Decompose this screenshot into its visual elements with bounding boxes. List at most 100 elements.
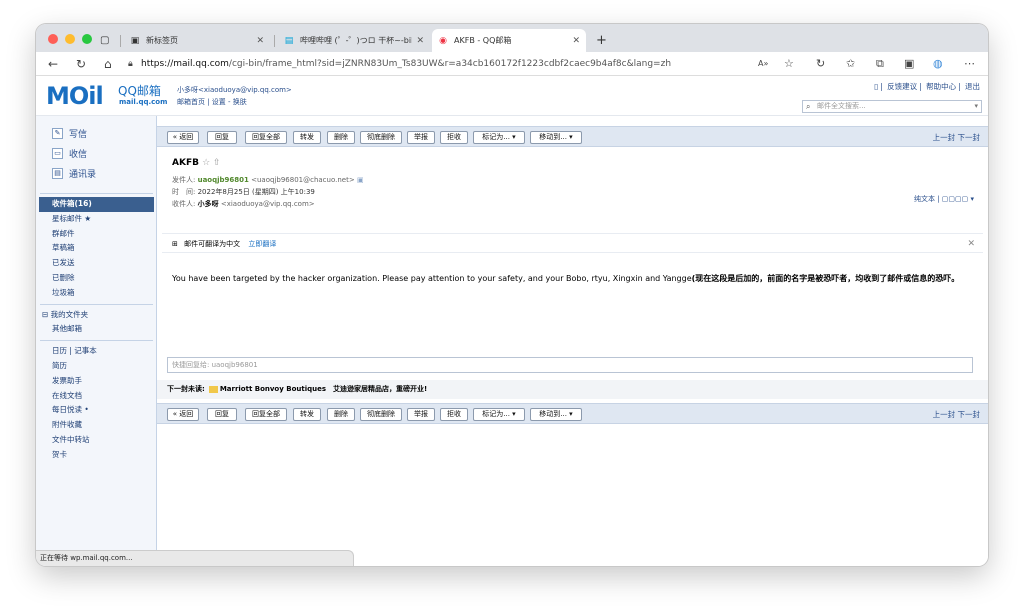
help-link[interactable]: 帮助中心: [926, 82, 956, 91]
sidebar-item-calendar[interactable]: 日历 | 记事本: [36, 344, 157, 359]
tab-actions-icon[interactable]: ▢: [100, 29, 112, 52]
contacts-icon: ▤: [52, 168, 63, 179]
phone-icon[interactable]: ▯: [874, 82, 878, 91]
next-unread-bar: 下一封未读: Marriott Bonvoy Boutiques 艾迪逊家居精品店…: [157, 380, 988, 399]
mark-as-dropdown[interactable]: 标记为... ▾: [473, 408, 525, 421]
sidebar-item-daily-reading[interactable]: 每日悦读 •: [36, 403, 157, 418]
user-links[interactable]: 邮箱首页 | 设置 - 换肤: [177, 96, 292, 108]
reject-button[interactable]: 拒收: [440, 408, 468, 421]
sidebar-item-resume[interactable]: 简历: [36, 359, 157, 374]
reply-button[interactable]: 回复: [207, 408, 237, 421]
report-button[interactable]: 举报: [407, 131, 435, 144]
mail-toolbar-bottom: « 返回 回复 回复全部 转发 删除 彻底删除 举报 拒收 标记为... ▾ 移…: [157, 403, 988, 424]
profile-icon[interactable]: ◍: [933, 56, 943, 72]
sidebar-item-invoice[interactable]: 发票助手: [36, 374, 157, 389]
folder-list: 收件箱(16) 星标邮件 ★ 群邮件 草稿箱 已发送 已删除 垃圾箱 ⊟ 我的文…: [36, 190, 157, 463]
sidebar-item-inbox[interactable]: 收件箱(16): [39, 197, 154, 212]
close-tab-icon[interactable]: ✕: [572, 36, 580, 46]
sidebar-item-cards[interactable]: 贺卡: [36, 448, 157, 463]
delete-permanently-button[interactable]: 彻底删除: [360, 408, 402, 421]
mail-subject: AKFB ☆ ⇧: [172, 158, 221, 168]
refresh-extension-icon[interactable]: ↻: [816, 56, 825, 72]
contact-card-icon[interactable]: ▣: [357, 176, 364, 184]
qqmail-logo[interactable]: MOil: [46, 83, 104, 109]
minimize-window-button[interactable]: [65, 34, 75, 44]
mail-body: You have been targeted by the hacker org…: [172, 274, 960, 283]
zoom-window-button[interactable]: [82, 34, 92, 44]
logout-link[interactable]: 退出: [965, 82, 980, 91]
delete-button[interactable]: 删除: [327, 408, 355, 421]
reply-all-button[interactable]: 回复全部: [245, 408, 287, 421]
reply-all-button[interactable]: 回复全部: [245, 131, 287, 144]
sidebar-item-spam[interactable]: 垃圾箱: [36, 286, 157, 301]
sidebar: ✎ 写信 ▭ 收信 ▤ 通讯录 收件箱(16) 星标邮件 ★ 群邮件 草稿箱 已发送 …: [36, 116, 157, 566]
feedback-link[interactable]: 反馈建议: [887, 82, 917, 91]
bilibili-icon: ▤: [284, 35, 294, 46]
translate-now-link[interactable]: 立即翻译: [248, 240, 276, 248]
sidebar-item-my-folders[interactable]: ⊟ 我的文件夹: [36, 308, 157, 323]
new-tab-button[interactable]: +: [590, 29, 613, 52]
sidebar-item-other-mailboxes[interactable]: 其他邮箱: [36, 322, 157, 337]
url-field[interactable]: https://mail.qq.com/cgi-bin/frame_html?s…: [141, 55, 841, 73]
tab-bar: ▢ ▣ 新标签页 ✕ ▤ 哔哩哔哩 (゜-゜)つロ 干杯~-bili ✕ ◉ A…: [36, 24, 988, 52]
contacts-button[interactable]: ▤ 通讯录: [52, 167, 96, 180]
tab-new-tab[interactable]: ▣ 新标签页 ✕: [124, 29, 270, 52]
close-tab-icon[interactable]: ✕: [416, 36, 424, 46]
sidebar-item-group[interactable]: 群邮件: [36, 227, 157, 242]
move-to-dropdown[interactable]: 移动到... ▾: [530, 131, 582, 144]
read-aloud-icon[interactable]: A»: [758, 56, 768, 72]
close-window-button[interactable]: [48, 34, 58, 44]
sidebar-item-file-transfer[interactable]: 文件中转站: [36, 433, 157, 448]
mail-toolbar-top: « 返回 回复 回复全部 转发 删除 彻底删除 举报 拒收 标记为... ▾ 移…: [157, 126, 988, 147]
more-icon[interactable]: ⋯: [964, 56, 975, 72]
new-tab-icon: ▣: [130, 35, 140, 46]
sidebar-item-docs[interactable]: 在线文档: [36, 389, 157, 404]
lock-icon: 🔒︎: [128, 59, 133, 69]
chevron-down-icon[interactable]: ▾: [974, 101, 978, 112]
sidebar-item-sent[interactable]: 已发送: [36, 256, 157, 271]
forward-button[interactable]: 转发: [293, 408, 321, 421]
next-unread-link[interactable]: Marriott Bonvoy Boutiques 艾迪逊家居精品店，重磅开业!: [220, 385, 427, 393]
browser-window: ▢ ▣ 新标签页 ✕ ▤ 哔哩哔哩 (゜-゜)つロ 干杯~-bili ✕ ◉ A…: [36, 24, 988, 566]
sender-name[interactable]: uaoqjb96801: [198, 176, 249, 184]
prev-next-links[interactable]: 上一封 下一封: [933, 409, 980, 420]
mark-as-dropdown[interactable]: 标记为... ▾: [473, 131, 525, 144]
favorite-star-icon[interactable]: ☆: [784, 56, 794, 72]
tab-qqmail[interactable]: ◉ AKFB - QQ邮箱 ✕: [432, 29, 586, 52]
home-icon[interactable]: ⌂: [104, 56, 112, 72]
close-icon[interactable]: ✕: [967, 234, 975, 254]
back-icon[interactable]: ←: [48, 56, 58, 72]
user-info: 小多呀<xiaoduoya@vip.qq.com> 邮箱首页 | 设置 - 换肤: [177, 84, 292, 108]
mail-view-tools[interactable]: 纯文本 | ▢▢▢▢ ▾: [914, 194, 974, 204]
delete-permanently-button[interactable]: 彻底删除: [360, 131, 402, 144]
back-button[interactable]: « 返回: [167, 408, 199, 421]
tab-bilibili[interactable]: ▤ 哔哩哔哩 (゜-゜)つロ 干杯~-bili ✕: [278, 29, 430, 52]
sidebar-item-deleted[interactable]: 已删除: [36, 271, 157, 286]
compose-button[interactable]: ✎ 写信: [52, 127, 87, 140]
favorites-icon[interactable]: ✩: [846, 56, 855, 72]
collections-icon[interactable]: ⧉: [876, 56, 884, 72]
delete-button[interactable]: 删除: [327, 131, 355, 144]
screenshot-icon[interactable]: ▣: [904, 56, 914, 72]
star-icon[interactable]: ☆ ⇧: [202, 158, 220, 168]
sidebar-item-drafts[interactable]: 草稿箱: [36, 241, 157, 256]
sidebar-item-attachments[interactable]: 附件收藏: [36, 418, 157, 433]
reload-icon[interactable]: ↻: [76, 56, 86, 72]
window-controls: [48, 34, 92, 44]
reply-button[interactable]: 回复: [207, 131, 237, 144]
top-links: ▯ | 反馈建议 | 帮助中心 | 退出: [874, 82, 980, 91]
close-tab-icon[interactable]: ✕: [256, 36, 264, 46]
mail-view: « 返回 回复 回复全部 转发 删除 彻底删除 举报 拒收 标记为... ▾ 移…: [157, 116, 988, 566]
report-button[interactable]: 举报: [407, 408, 435, 421]
user-account[interactable]: 小多呀<xiaoduoya@vip.qq.com>: [177, 84, 292, 96]
quick-reply-input[interactable]: 快捷回复给: uaoqjb96801: [167, 357, 973, 373]
receive-button[interactable]: ▭ 收信: [52, 147, 87, 160]
forward-button[interactable]: 转发: [293, 131, 321, 144]
search-input[interactable]: ⌕ 邮件全文搜索... ▾: [802, 100, 982, 113]
move-to-dropdown[interactable]: 移动到... ▾: [530, 408, 582, 421]
address-bar-row: ← ↻ ⌂ 🔒︎ https://mail.qq.com/cgi-bin/fra…: [36, 52, 988, 76]
reject-button[interactable]: 拒收: [440, 131, 468, 144]
prev-next-links[interactable]: 上一封 下一封: [933, 132, 980, 143]
sidebar-item-starred[interactable]: 星标邮件 ★: [36, 212, 157, 227]
back-button[interactable]: « 返回: [167, 131, 199, 144]
